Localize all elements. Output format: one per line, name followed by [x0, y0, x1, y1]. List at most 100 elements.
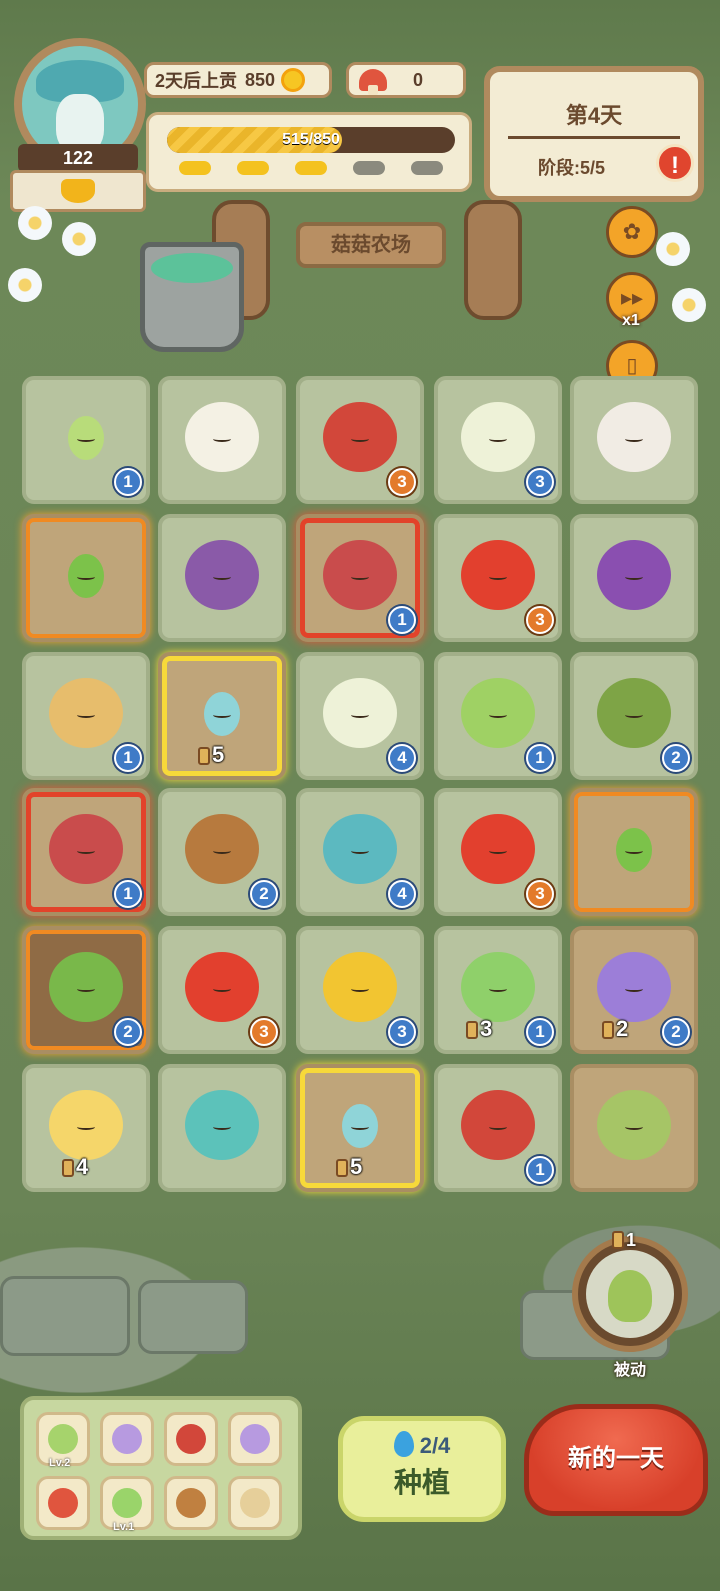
- deadline-amount: 850: [245, 69, 276, 90]
- bee-icon: [323, 952, 397, 1022]
- farm-tile-sheep[interactable]: [570, 376, 698, 504]
- brown-mushroom-item-icon: [176, 1488, 206, 1518]
- level-badge: 3: [526, 880, 554, 908]
- grow-timer-wrap: 2: [602, 1016, 628, 1042]
- farm-tile-bok-choy-large[interactable]: 4: [296, 652, 424, 780]
- stone-path: [138, 1280, 248, 1354]
- lettuce-sprout-icon: [68, 416, 104, 460]
- bucket-water: [151, 253, 233, 283]
- face-icon: [489, 574, 507, 580]
- day-title: 第4天: [565, 103, 623, 128]
- level-badge: 4: [388, 744, 416, 772]
- passive-count-value: 1: [626, 1230, 637, 1250]
- face-icon: [351, 986, 369, 992]
- item-level: Lv.1: [113, 1521, 135, 1533]
- plant-button[interactable]: 2/4 种植: [338, 1416, 506, 1522]
- divider: [508, 136, 680, 139]
- face-icon: [77, 574, 95, 580]
- hourglass-icon: [62, 1159, 74, 1177]
- farm-tile-brown-mushroom[interactable]: 2: [158, 788, 286, 916]
- farm-tile-radish[interactable]: [158, 376, 286, 504]
- level-badge: 1: [526, 1156, 554, 1184]
- inventory-slot-lettuce-item[interactable]: Lv.2: [36, 1412, 90, 1469]
- green-pepper-icon: [49, 952, 123, 1022]
- level-badge: 1: [526, 1018, 554, 1046]
- inventory-slot-seed-packet[interactable]: [100, 1412, 154, 1466]
- farm-tile-pepper-sprout[interactable]: [570, 788, 698, 916]
- face-icon: [213, 574, 231, 580]
- farm-tile-blue-mushroom[interactable]: 4: [296, 788, 424, 916]
- settings-button[interactable]: ✿: [606, 206, 658, 258]
- farm-tile-blue-mushroom-sprout[interactable]: 5: [296, 1064, 424, 1192]
- water-bucket: [140, 242, 244, 352]
- cocoon-icon: [597, 1090, 671, 1160]
- hourglass-icon: [336, 1159, 348, 1177]
- passive-count: 1: [612, 1230, 636, 1251]
- inventory-slot-ladybug-item[interactable]: [164, 1412, 218, 1466]
- stage-pip: [179, 161, 211, 175]
- new-day-button[interactable]: 新的一天: [524, 1404, 708, 1516]
- farm-tile-snail[interactable]: [158, 1064, 286, 1192]
- grow-timer-wrap: 5: [198, 742, 224, 768]
- farm-tile-green-pepper[interactable]: 2: [22, 926, 150, 1054]
- heart-icon: [61, 179, 95, 203]
- blue-mushroom-sprout-icon: [342, 1104, 378, 1148]
- level-badge: 2: [662, 744, 690, 772]
- tribute-progress-panel: 515/850: [146, 112, 472, 192]
- lettuce-item-icon: [48, 1424, 78, 1454]
- farm-tile-avocado[interactable]: 2: [570, 652, 698, 780]
- farm-tile-ladybug[interactable]: 3: [296, 376, 424, 504]
- flower-decoration: [18, 206, 52, 240]
- potato-icon: [49, 678, 123, 748]
- level-badge: 1: [114, 468, 142, 496]
- farm-tile-ladybug-small[interactable]: 1: [434, 1064, 562, 1192]
- sheep-icon: [597, 402, 671, 472]
- face-icon: [489, 1124, 507, 1130]
- face-icon: [625, 848, 643, 854]
- farm-tile-pepper-sprout[interactable]: [22, 514, 150, 642]
- face-icon: [625, 574, 643, 580]
- eggplant-icon: [597, 540, 671, 610]
- face-icon: [351, 574, 369, 580]
- inventory-slot-seed-packet[interactable]: [228, 1412, 282, 1466]
- face-icon: [213, 848, 231, 854]
- player-level: 122: [18, 144, 138, 172]
- level-badge: 2: [114, 1018, 142, 1046]
- grow-timer: 2: [616, 1016, 629, 1041]
- farm-tile-eggplant[interactable]: [570, 514, 698, 642]
- brown-mushroom-icon: [185, 814, 259, 884]
- passive-label: 被动: [614, 1362, 647, 1379]
- farm-tile-caterpillar[interactable]: 13: [434, 926, 562, 1054]
- inventory-slot-brown-mushroom-item[interactable]: [164, 1476, 218, 1530]
- inventory-slot-scroll-item[interactable]: [228, 1476, 282, 1530]
- farm-tile-lettuce[interactable]: 1: [434, 652, 562, 780]
- farm-tile-red-pepper[interactable]: 3: [434, 514, 562, 642]
- farm-tile-beetle[interactable]: [158, 514, 286, 642]
- farm-tile-blue-mushroom-sprout[interactable]: 5: [158, 652, 286, 780]
- face-icon: [213, 436, 231, 442]
- gate-post-right: [464, 200, 522, 320]
- pepper-sprout-icon: [68, 554, 104, 598]
- inventory-slot-sprout-item[interactable]: Lv.1: [100, 1476, 154, 1533]
- alert-icon[interactable]: !: [656, 144, 694, 182]
- farm-tile-bee[interactable]: 3: [296, 926, 424, 1054]
- face-icon: [625, 436, 643, 442]
- farm-tile-potato[interactable]: 1: [22, 652, 150, 780]
- stage-text: 阶段:5/5: [538, 158, 606, 178]
- farm-tile-lettuce-sprout[interactable]: 1: [22, 376, 150, 504]
- farm-tile-bok-choy[interactable]: 3: [434, 376, 562, 504]
- farm-tile-red-mushroom-small[interactable]: 1: [22, 788, 150, 916]
- face-icon: [77, 1124, 95, 1130]
- farm-tile-red-pepper[interactable]: 3: [434, 788, 562, 916]
- passive-skill-button[interactable]: [572, 1236, 688, 1352]
- farm-tile-cocoon[interactable]: [570, 1064, 698, 1192]
- farm-tile-yellow-pepper[interactable]: 4: [22, 1064, 150, 1192]
- farm-tile-red-pepper[interactable]: 3: [158, 926, 286, 1054]
- farm-tile-red-mushroom[interactable]: 1: [296, 514, 424, 642]
- inventory-slot-mushroom-item[interactable]: [36, 1476, 90, 1530]
- water-count: 2/4: [343, 1431, 501, 1459]
- ladybug-item-icon: [176, 1424, 206, 1454]
- farm-tile-butterfly[interactable]: 22: [570, 926, 698, 1054]
- flower-decoration: [62, 222, 96, 256]
- face-icon: [625, 986, 643, 992]
